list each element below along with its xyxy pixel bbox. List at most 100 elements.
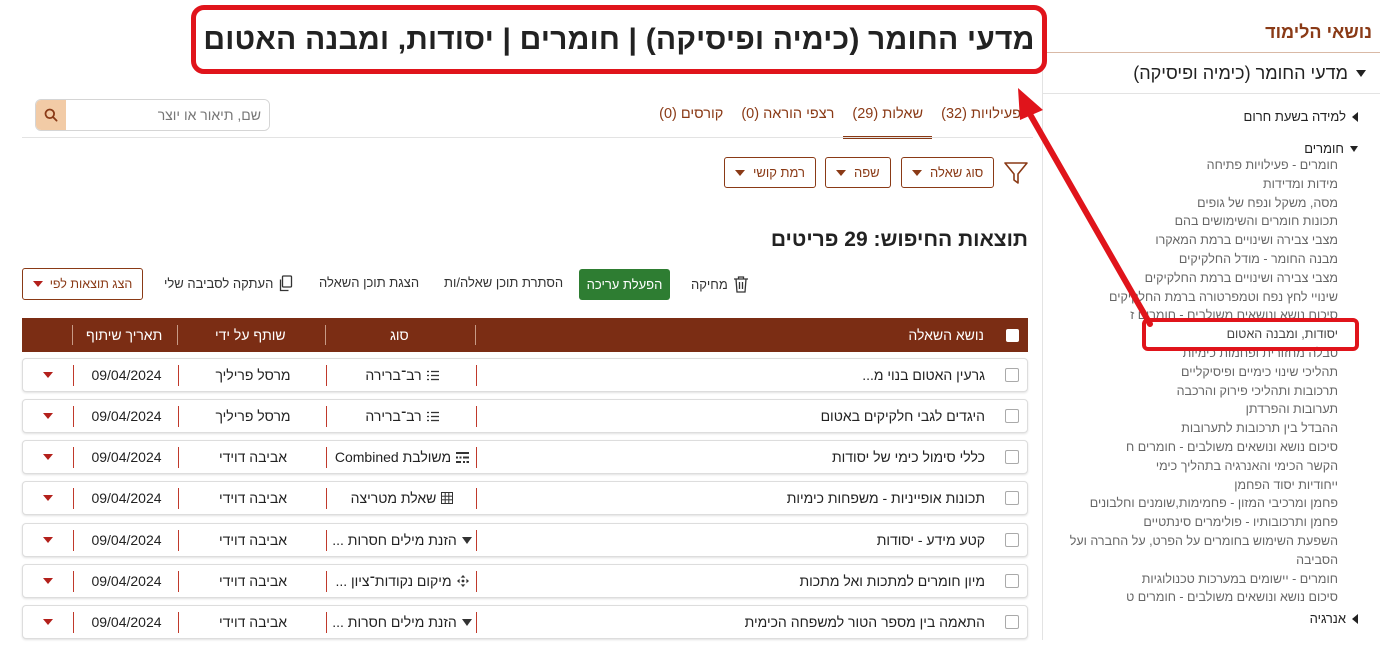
row-expand-caret-icon[interactable]: [43, 495, 53, 501]
row-expand-caret-icon[interactable]: [43, 537, 53, 543]
copy-button[interactable]: העתקה לסביבה שלי: [164, 275, 293, 292]
language-filter[interactable]: שפה: [825, 157, 891, 188]
divider: [326, 365, 327, 386]
question-subject[interactable]: כללי סימול כימי של יסודות: [832, 441, 985, 473]
row-checkbox[interactable]: [1005, 533, 1019, 547]
divider: [326, 406, 327, 427]
row-expand-caret-icon[interactable]: [43, 413, 53, 419]
question-type-label: הזנת מילים חסרות ...: [332, 614, 457, 630]
question-subject[interactable]: תכונות אופייניות - משפחות כימיות: [787, 482, 985, 514]
column-header-shared-by[interactable]: שותף על ידי: [215, 318, 286, 352]
table-row[interactable]: גרעין האטום בנוי מ... רב־ברירה מרסל פריל…: [22, 358, 1028, 392]
sidebar-item[interactable]: מסה, משקל ונפח של גופים: [1048, 194, 1338, 213]
divider: [73, 488, 74, 509]
row-checkbox[interactable]: [1005, 574, 1019, 588]
sidebar-item[interactable]: ייחודיות יסוד הפחמן: [1048, 476, 1338, 495]
row-expand-caret-icon[interactable]: [43, 619, 53, 625]
caret-left-icon: [1352, 111, 1358, 122]
enable-edit-button[interactable]: הפעלת עריכה: [579, 269, 670, 300]
divider: [177, 325, 178, 345]
question-type-filter[interactable]: סוג שאלה: [901, 157, 995, 188]
caret-down-icon: [836, 169, 846, 176]
table-row[interactable]: התאמה בין מספר הטור למשפחה הכימית הזנת מ…: [22, 605, 1028, 639]
delete-button[interactable]: מחיקה: [691, 275, 749, 293]
select-all-checkbox[interactable]: [1006, 329, 1019, 342]
sidebar-item[interactable]: פחמן ותרכובותיו - פולימרים סינתטיים: [1048, 513, 1338, 532]
question-subject[interactable]: היגדים לגבי חלקיקים באטום: [821, 400, 985, 432]
copy-icon: [280, 275, 293, 292]
search-button[interactable]: [36, 100, 66, 130]
sidebar-item[interactable]: שינויי לחץ נפח וטמפרטורה ברמת החלקיקים: [1048, 288, 1338, 307]
divider: [476, 447, 477, 468]
question-subject[interactable]: מיון חומרים למתכות ואל מתכות: [800, 565, 986, 597]
tab-sequences[interactable]: רצפי הוראה (0): [732, 100, 843, 139]
sidebar-item[interactable]: מצבי צבירה ושינויים ברמת החלקיקים: [1048, 269, 1338, 288]
sidebar-category-emergency[interactable]: למידה בשעת חרום: [1244, 109, 1358, 124]
sidebar-item[interactable]: ההבדל בין תרכובות לתערובות: [1048, 419, 1338, 438]
table-row[interactable]: כללי סימול כימי של יסודות משולבת Combine…: [22, 440, 1028, 474]
table-row[interactable]: קטע מידע - יסודות הזנת מילים חסרות ... א…: [22, 523, 1028, 557]
sidebar-item[interactable]: חומרים - פעילויות פתיחה: [1048, 156, 1338, 175]
search-input[interactable]: [66, 100, 269, 130]
sidebar-item[interactable]: מצבי צבירה ושינויים ברמת המאקרו: [1048, 231, 1338, 250]
divider: [178, 365, 179, 386]
share-date: 09/04/2024: [91, 614, 162, 630]
question-subject[interactable]: גרעין האטום בנוי מ...: [862, 359, 985, 391]
divider: [325, 325, 326, 345]
question-type-label: רב־ברירה: [365, 408, 422, 424]
divider: [476, 488, 477, 509]
sidebar-item[interactable]: תהליכי שינוי כימיים ופיסיקליים: [1048, 363, 1338, 382]
row-checkbox[interactable]: [1005, 491, 1019, 505]
divider: [73, 365, 74, 386]
sidebar-item[interactable]: תרכובות ותהליכי פירוק והרכבה: [1048, 382, 1338, 401]
sidebar-item[interactable]: תערובות והפרדתן: [1048, 400, 1338, 419]
filter-icon[interactable]: [1003, 160, 1029, 186]
sidebar-item[interactable]: חומרים - יישומים במערכות טכנולוגיות: [1048, 570, 1338, 589]
sidebar-category-energy[interactable]: אנרגיה: [1310, 611, 1358, 626]
table-row[interactable]: תכונות אופייניות - משפחות כימיות שאלת מט…: [22, 481, 1028, 515]
sidebar-item[interactable]: מבנה החומר - מודל החלקיקים: [1048, 250, 1338, 269]
sidebar-highlight-box: [1142, 318, 1359, 351]
question-subject[interactable]: קטע מידע - יסודות: [877, 524, 985, 556]
sidebar-item[interactable]: תכונות חומרים והשימושים בהם: [1048, 212, 1338, 231]
tab-activities[interactable]: פעילויות (32): [932, 100, 1030, 139]
sidebar-item[interactable]: מידות ומדידות: [1048, 175, 1338, 194]
row-checkbox[interactable]: [1005, 368, 1019, 382]
sidebar-subject[interactable]: מדעי החומר (כימיה ופיסיקה): [1133, 63, 1366, 84]
tab-courses[interactable]: קורסים (0): [650, 100, 732, 139]
divider: [1043, 52, 1380, 53]
divider: [326, 571, 327, 592]
row-checkbox[interactable]: [1005, 615, 1019, 629]
sidebar-item[interactable]: השפעת השימוש בחומרים על הפרט, על החברה ו…: [1048, 532, 1338, 570]
sidebar-category-materials[interactable]: חומרים: [1304, 141, 1358, 156]
shared-by: אביבה דוידי: [218, 490, 288, 506]
content-tabs: פעילויות (32) שאלות (29) רצפי הוראה (0) …: [650, 100, 1030, 139]
column-header-date[interactable]: תאריך שיתוף: [86, 318, 162, 352]
row-checkbox[interactable]: [1005, 409, 1019, 423]
column-header-subject[interactable]: נושא השאלה: [908, 318, 984, 352]
row-expand-caret-icon[interactable]: [43, 578, 53, 584]
row-checkbox[interactable]: [1005, 450, 1019, 464]
column-header-type[interactable]: סוג: [390, 318, 409, 352]
sidebar-item[interactable]: פחמן ומרכיבי המזון - פחמימות,שומנים וחלב…: [1048, 494, 1338, 513]
divider: [476, 612, 477, 633]
sidebar-item[interactable]: סיכום נושא ונושאים משולבים - חומרים ט: [1048, 588, 1338, 607]
filter-label: סוג שאלה: [930, 165, 984, 180]
show-results-by-dropdown[interactable]: הצג תוצאות לפי: [22, 268, 143, 300]
shared-by: מרסל פריליך: [215, 367, 291, 383]
question-subject[interactable]: התאמה בין מספר הטור למשפחה הכימית: [745, 606, 985, 638]
tab-questions[interactable]: שאלות (29): [843, 100, 933, 139]
sidebar-item[interactable]: הקשר הכימי והאנרגיה בתהליך כימי: [1048, 457, 1338, 476]
row-expand-caret-icon[interactable]: [43, 454, 53, 460]
sidebar-category-label: אנרגיה: [1309, 611, 1346, 626]
hide-content-button[interactable]: הסתרת תוכן שאלה/ות: [444, 275, 563, 290]
table-row[interactable]: מיון חומרים למתכות ואל מתכות מיקום נקודו…: [22, 564, 1028, 598]
dropdown-icon: [461, 618, 472, 626]
divider: [178, 612, 179, 633]
show-by-label: הצג תוצאות לפי: [49, 277, 133, 291]
difficulty-filter[interactable]: רמת קושי: [724, 157, 816, 188]
table-row[interactable]: היגדים לגבי חלקיקים באטום רב־ברירה מרסל …: [22, 399, 1028, 433]
sidebar-item[interactable]: סיכום נושא ונושאים משולבים - חומרים ח: [1048, 438, 1338, 457]
row-expand-caret-icon[interactable]: [43, 372, 53, 378]
show-content-button[interactable]: הצגת תוכן השאלה: [319, 275, 419, 290]
